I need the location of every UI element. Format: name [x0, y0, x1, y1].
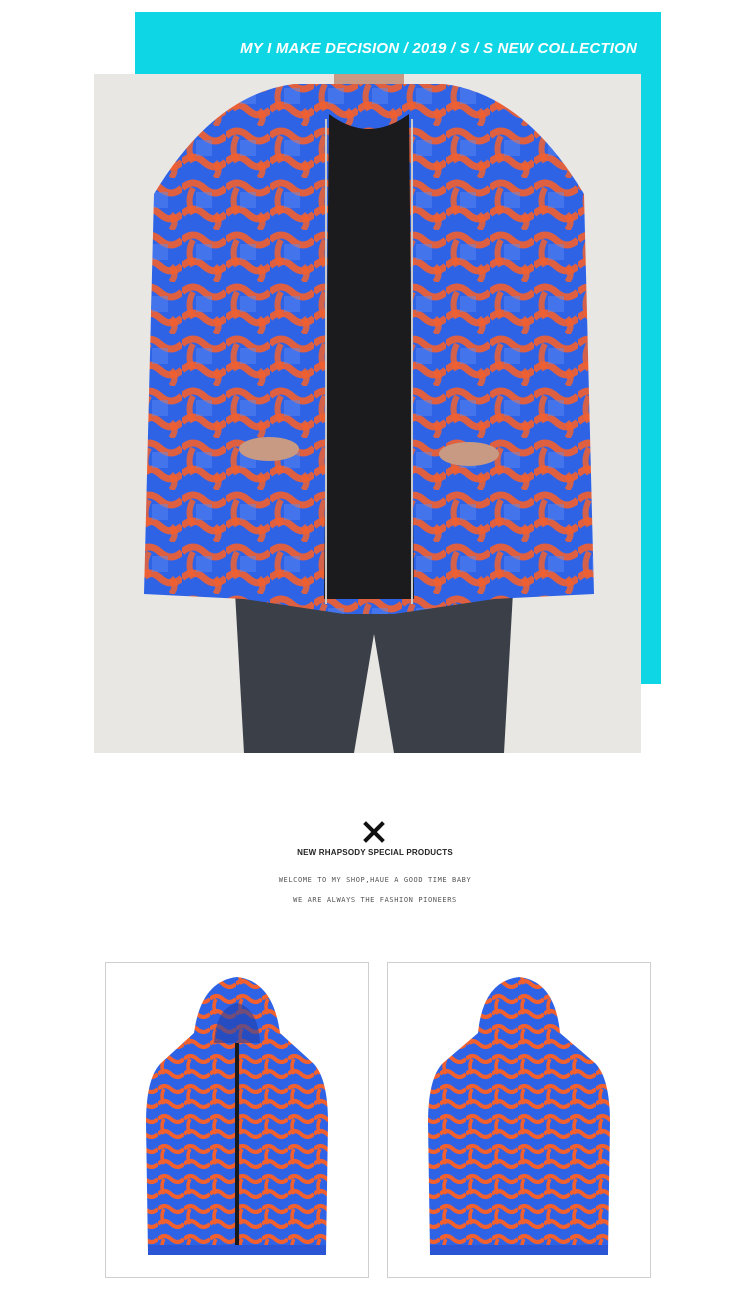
tagline-welcome: WELCOME TO MY SHOP,HAUE A GOOD TIME BABY: [278, 876, 472, 884]
back-view-image[interactable]: [387, 962, 651, 1278]
tagline-pioneers: WE ARE ALWAYS THE FASHION PIONEERS: [293, 896, 457, 904]
front-view-image[interactable]: [105, 962, 369, 1278]
x-mark-icon: [363, 821, 385, 843]
collection-banner-text: MY I MAKE DECISION / 2019 / S / S NEW CO…: [240, 40, 637, 57]
brand-title: NEW RHAPSODY SPECIAL PRODUCTS: [297, 848, 453, 857]
hero-model-photo[interactable]: [94, 74, 641, 753]
